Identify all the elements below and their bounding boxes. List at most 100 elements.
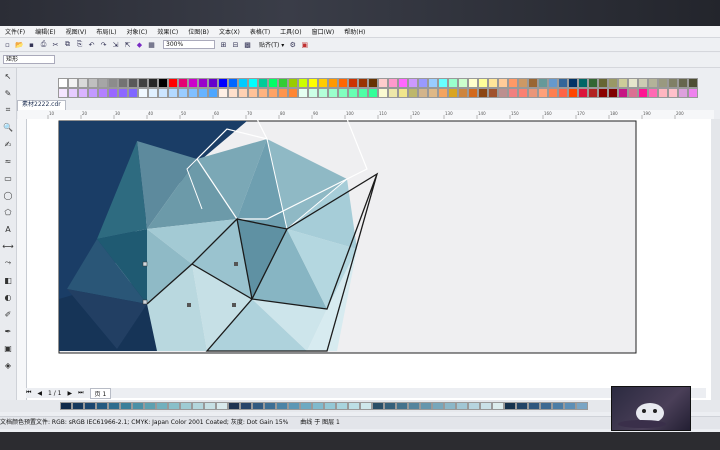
palette-swatch[interactable] [178, 88, 188, 98]
next-page-icon[interactable]: ▶ [68, 390, 73, 397]
curve-node[interactable] [234, 262, 238, 266]
document-swatch[interactable] [168, 402, 180, 410]
menu-item[interactable]: 编辑(E) [30, 27, 60, 36]
palette-swatch[interactable] [558, 88, 568, 98]
last-page-icon[interactable]: ⏭ [78, 389, 83, 397]
palette-swatch[interactable] [188, 78, 198, 88]
palette-swatch[interactable] [208, 88, 218, 98]
zoom-level-field[interactable]: 300% [163, 40, 215, 49]
document-swatch[interactable] [576, 402, 588, 410]
palette-swatch[interactable] [538, 88, 548, 98]
palette-swatch[interactable] [498, 88, 508, 98]
palette-swatch[interactable] [678, 78, 688, 88]
ellipse-tool-icon[interactable]: ◯ [3, 190, 13, 200]
palette-swatch[interactable] [418, 88, 428, 98]
import-icon[interactable]: ⇲ [111, 40, 120, 49]
document-swatch[interactable] [72, 402, 84, 410]
document-swatch[interactable] [336, 402, 348, 410]
palette-swatch[interactable] [558, 78, 568, 88]
palette-swatch[interactable] [608, 78, 618, 88]
document-swatch[interactable] [444, 402, 456, 410]
document-swatch[interactable] [288, 402, 300, 410]
previous-page-icon[interactable]: ◀ [37, 390, 42, 397]
palette-swatch[interactable] [158, 88, 168, 98]
palette-swatch[interactable] [568, 88, 578, 98]
document-swatch[interactable] [372, 402, 384, 410]
menu-item[interactable]: 效果(C) [152, 27, 183, 36]
first-page-icon[interactable]: ⏮ [26, 389, 31, 397]
document-swatch[interactable] [324, 402, 336, 410]
snap-to-menu[interactable]: 贴齐(T) ▾ [259, 40, 284, 49]
palette-swatch[interactable] [78, 88, 88, 98]
curve-node[interactable] [232, 303, 236, 307]
document-swatch[interactable] [468, 402, 480, 410]
crop-tool-icon[interactable]: ⌗ [3, 105, 13, 115]
palette-swatch[interactable] [578, 88, 588, 98]
document-swatch[interactable] [96, 402, 108, 410]
palette-swatch[interactable] [458, 88, 468, 98]
palette-swatch[interactable] [358, 78, 368, 88]
palette-swatch[interactable] [548, 78, 558, 88]
palette-swatch[interactable] [668, 88, 678, 98]
palette-swatch[interactable] [368, 78, 378, 88]
palette-swatch[interactable] [58, 88, 68, 98]
document-swatch[interactable] [204, 402, 216, 410]
palette-swatch[interactable] [378, 78, 388, 88]
palette-swatch[interactable] [318, 88, 328, 98]
palette-swatch[interactable] [658, 88, 668, 98]
palette-swatch[interactable] [208, 78, 218, 88]
palette-swatch[interactable] [478, 88, 488, 98]
palette-swatch[interactable] [268, 88, 278, 98]
vertical-scrollbar[interactable] [711, 119, 720, 412]
menu-item[interactable]: 窗口(W) [307, 27, 340, 36]
palette-swatch[interactable] [388, 88, 398, 98]
document-swatch[interactable] [384, 402, 396, 410]
curve-node[interactable] [142, 261, 148, 267]
palette-swatch[interactable] [388, 78, 398, 88]
palette-swatch[interactable] [528, 88, 538, 98]
document-swatch[interactable] [348, 402, 360, 410]
palette-swatch[interactable] [278, 88, 288, 98]
palette-swatch[interactable] [228, 78, 238, 88]
eyedropper-icon[interactable]: ✐ [3, 309, 13, 319]
palette-swatch[interactable] [258, 78, 268, 88]
document-swatch[interactable] [504, 402, 516, 410]
app-launcher-icon[interactable]: ◆ [135, 40, 144, 49]
grid-icon[interactable]: ▩ [243, 40, 252, 49]
document-swatch[interactable] [192, 402, 204, 410]
palette-swatch[interactable] [348, 88, 358, 98]
palette-swatch[interactable] [618, 88, 628, 98]
palette-swatch[interactable] [148, 78, 158, 88]
palette-swatch[interactable] [88, 78, 98, 88]
fill-icon[interactable]: ▣ [3, 343, 13, 353]
palette-swatch[interactable] [438, 78, 448, 88]
page-tab[interactable]: 页 1 [89, 387, 112, 399]
document-swatch[interactable] [84, 402, 96, 410]
palette-swatch[interactable] [578, 78, 588, 88]
freehand-tool-icon[interactable]: ✍ [3, 139, 13, 149]
full-screen-icon[interactable]: ⊞ [219, 40, 228, 49]
palette-swatch[interactable] [448, 78, 458, 88]
document-swatch[interactable] [420, 402, 432, 410]
curve-node[interactable] [142, 299, 148, 305]
polygon-tool-icon[interactable]: ⬠ [3, 207, 13, 217]
options-icon[interactable]: ⚙ [288, 40, 297, 49]
document-swatch[interactable] [480, 402, 492, 410]
print-icon[interactable]: ⎙ [39, 40, 48, 49]
palette-swatch[interactable] [538, 78, 548, 88]
palette-swatch[interactable] [628, 88, 638, 98]
palette-swatch[interactable] [338, 88, 348, 98]
palette-swatch[interactable] [318, 78, 328, 88]
palette-swatch[interactable] [108, 78, 118, 88]
menu-item[interactable]: 视图(V) [61, 27, 92, 36]
rulers-icon[interactable]: ⊟ [231, 40, 240, 49]
palette-swatch[interactable] [468, 78, 478, 88]
document-swatch[interactable] [432, 402, 444, 410]
document-swatch[interactable] [360, 402, 372, 410]
palette-swatch[interactable] [438, 88, 448, 98]
document-swatch[interactable] [144, 402, 156, 410]
palette-swatch[interactable] [368, 88, 378, 98]
palette-swatch[interactable] [628, 78, 638, 88]
palette-swatch[interactable] [228, 88, 238, 98]
menu-item[interactable]: 布局(L) [91, 27, 121, 36]
